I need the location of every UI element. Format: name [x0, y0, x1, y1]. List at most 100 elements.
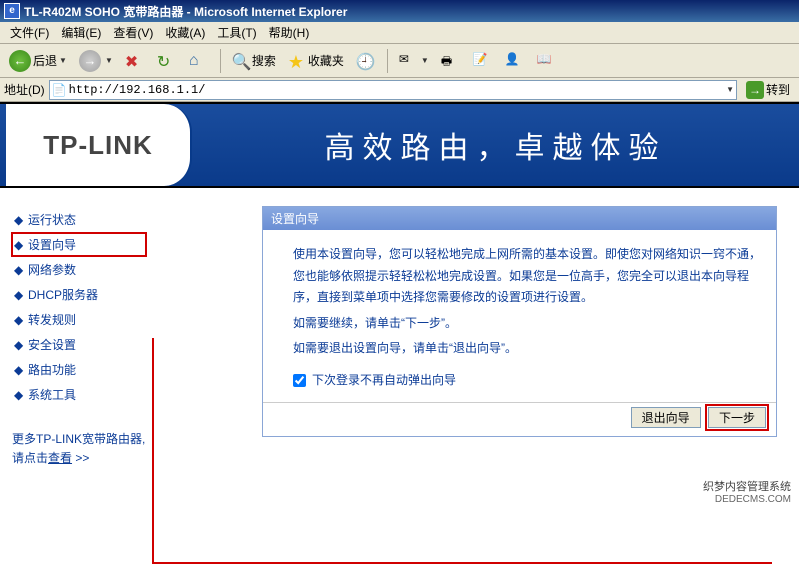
back-button[interactable]: ← 后退 ▼: [4, 47, 72, 75]
brand-logo: TP-LINK: [43, 130, 153, 161]
sidebar-item-dhcp[interactable]: ◆DHCP服务器: [12, 283, 146, 306]
menu-view[interactable]: 查看(V): [107, 22, 159, 43]
sidebar-item-label: 路由功能: [28, 361, 76, 378]
mail-button[interactable]: ✉▼: [394, 49, 434, 73]
back-icon: ←: [9, 50, 31, 72]
back-label: 后退: [33, 52, 57, 69]
address-input-wrap[interactable]: 📄 ▼: [49, 80, 737, 100]
sidebar-item-label: 运行状态: [28, 211, 76, 228]
bullet-icon: ◆: [14, 313, 28, 327]
banner: TP-LINK 高效路由，卓越体验: [0, 102, 799, 188]
wizard-panel: 设置向导 使用本设置向导，您可以轻松地完成上网所需的基本设置。即使您对网络知识一…: [262, 206, 777, 437]
home-button[interactable]: ⌂: [184, 49, 214, 73]
favorites-button[interactable]: ★收藏夹: [283, 49, 349, 73]
menu-tools[interactable]: 工具(T): [211, 22, 262, 43]
logo-wrap: TP-LINK: [6, 104, 192, 186]
page-content: TP-LINK 高效路由，卓越体验 ◆运行状态 ◆设置向导 ◆网络参数 ◆DHC…: [0, 102, 799, 508]
wizard-text-2: 如需要继续，请单击“下一步”。: [293, 313, 770, 335]
separator: [220, 49, 221, 73]
sidebar-item-label: 转发规则: [28, 311, 76, 328]
research-button[interactable]: 📖: [532, 49, 562, 73]
toolbar: ← 后退 ▼ → ▼ ✖ ↻ ⌂ 🔍搜索 ★收藏夹 🕘 ✉▼ 🖶 📝 👤 📖: [0, 44, 799, 78]
chevron-down-icon: ▼: [421, 56, 429, 65]
bullet-icon: ◆: [14, 288, 28, 302]
print-button[interactable]: 🖶: [436, 49, 466, 73]
menu-bar: 文件(F) 编辑(E) 查看(V) 收藏(A) 工具(T) 帮助(H): [0, 22, 799, 44]
sidebar-item-label: 设置向导: [28, 236, 76, 253]
bullet-icon: ◆: [14, 388, 28, 402]
go-icon: →: [746, 81, 764, 99]
page-icon: 📄: [52, 83, 67, 97]
stop-button[interactable]: ✖: [120, 49, 150, 73]
menu-file[interactable]: 文件(F): [4, 22, 55, 43]
bullet-icon: ◆: [14, 363, 28, 377]
more-link[interactable]: 查看: [48, 451, 72, 465]
sidebar-item-label: DHCP服务器: [28, 286, 98, 303]
bullet-icon: ◆: [14, 213, 28, 227]
search-label: 搜索: [252, 52, 276, 69]
sidebar-more: 更多TP-LINK宽带路由器,请点击查看 >>: [12, 430, 146, 468]
wizard-title: 设置向导: [263, 207, 776, 230]
sidebar-item-network[interactable]: ◆网络参数: [12, 258, 146, 281]
sidebar-item-status[interactable]: ◆运行状态: [12, 208, 146, 231]
sidebar-item-security[interactable]: ◆安全设置: [12, 333, 146, 356]
search-icon: 🔍: [232, 52, 250, 70]
menu-help[interactable]: 帮助(H): [263, 22, 316, 43]
search-button[interactable]: 🔍搜索: [227, 49, 281, 73]
sidebar-item-wizard[interactable]: ◆设置向导: [12, 233, 146, 256]
address-input[interactable]: [69, 83, 724, 97]
messenger-icon: 👤: [505, 52, 523, 70]
bullet-icon: ◆: [14, 338, 28, 352]
menu-favorites[interactable]: 收藏(A): [159, 22, 211, 43]
bullet-icon: ◆: [14, 238, 28, 252]
history-icon: 🕘: [356, 52, 374, 70]
wizard-footer: 退出向导 下一步: [263, 402, 776, 436]
menu-edit[interactable]: 编辑(E): [55, 22, 107, 43]
more-suffix: >>: [72, 451, 89, 465]
separator: [387, 49, 388, 73]
mail-icon: ✉: [399, 52, 417, 70]
ie-icon: e: [4, 3, 20, 19]
home-icon: ⌂: [189, 52, 207, 70]
window-titlebar: e TL-R402M SOHO 宽带路由器 - Microsoft Intern…: [0, 0, 799, 22]
edit-button[interactable]: 📝: [468, 49, 498, 73]
history-button[interactable]: 🕘: [351, 49, 381, 73]
sidebar-item-forward[interactable]: ◆转发规则: [12, 308, 146, 331]
print-icon: 🖶: [441, 52, 459, 70]
refresh-button[interactable]: ↻: [152, 49, 182, 73]
research-icon: 📖: [537, 52, 555, 70]
watermark-zh: 织梦内容管理系统: [703, 481, 791, 494]
watermark-en: DEDECMS.COM: [703, 494, 791, 506]
watermark: 织梦内容管理系统 DEDECMS.COM: [703, 481, 791, 506]
wizard-text-1: 使用本设置向导，您可以轻松地完成上网所需的基本设置。即使您对网络知识一窍不通，您…: [293, 244, 770, 309]
wizard-text-3: 如需要退出设置向导，请单击“退出向导”。: [293, 338, 770, 360]
checkbox-label: 下次登录不再自动弹出向导: [312, 370, 456, 392]
sidebar: ◆运行状态 ◆设置向导 ◆网络参数 ◆DHCP服务器 ◆转发规则 ◆安全设置 ◆…: [0, 188, 152, 508]
forward-button[interactable]: → ▼: [74, 47, 118, 75]
main-panel: 设置向导 使用本设置向导，您可以轻松地完成上网所需的基本设置。即使您对网络知识一…: [152, 188, 799, 508]
forward-icon: →: [79, 50, 101, 72]
wizard-checkbox-row: 下次登录不再自动弹出向导: [293, 370, 770, 392]
chevron-down-icon[interactable]: ▼: [726, 85, 734, 94]
wizard-body: 使用本设置向导，您可以轻松地完成上网所需的基本设置。即使您对网络知识一窍不通，您…: [263, 230, 776, 402]
sidebar-item-routing[interactable]: ◆路由功能: [12, 358, 146, 381]
dont-show-checkbox[interactable]: [293, 374, 306, 387]
sidebar-item-systools[interactable]: ◆系统工具: [12, 383, 146, 406]
star-icon: ★: [288, 52, 306, 70]
go-button[interactable]: → 转到: [741, 78, 795, 102]
address-label: 地址(D): [4, 81, 45, 98]
next-button[interactable]: 下一步: [708, 407, 766, 428]
stop-icon: ✖: [125, 52, 143, 70]
chevron-down-icon: ▼: [59, 56, 67, 65]
sidebar-item-label: 网络参数: [28, 261, 76, 278]
go-label: 转到: [766, 81, 790, 98]
favorites-label: 收藏夹: [308, 52, 344, 69]
brand-slogan: 高效路由，卓越体验: [192, 123, 799, 167]
chevron-down-icon: ▼: [105, 56, 113, 65]
address-bar: 地址(D) 📄 ▼ → 转到: [0, 78, 799, 102]
messenger-button[interactable]: 👤: [500, 49, 530, 73]
sidebar-item-label: 安全设置: [28, 336, 76, 353]
annotation-line: [152, 338, 154, 564]
exit-wizard-button[interactable]: 退出向导: [631, 407, 701, 428]
refresh-icon: ↻: [157, 52, 175, 70]
